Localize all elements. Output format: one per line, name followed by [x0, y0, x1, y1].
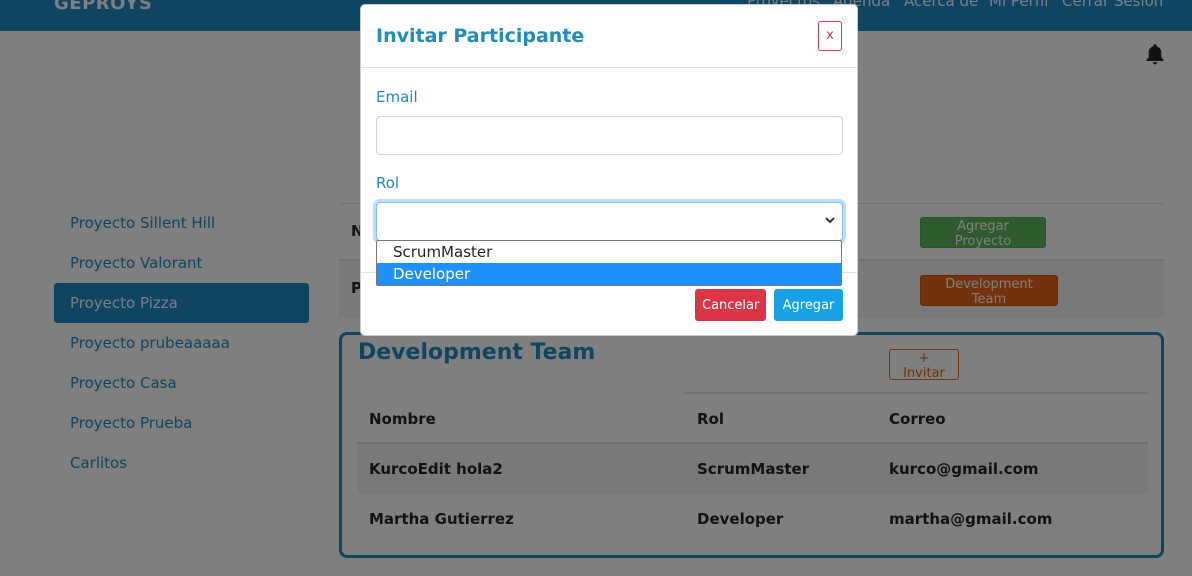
close-button[interactable]: x — [818, 21, 842, 51]
modal-title: Invitar Participante — [376, 25, 585, 47]
rol-label: Rol — [376, 174, 400, 192]
invite-participant-modal: Invitar Participante x Email Rol Cancela… — [360, 4, 858, 336]
cancel-button[interactable]: Cancelar — [695, 289, 766, 321]
rol-select[interactable] — [376, 202, 843, 241]
rol-option-developer[interactable]: Developer — [377, 263, 841, 285]
rol-dropdown-list: ScrumMaster Developer — [376, 240, 842, 286]
chevron-down-icon — [825, 217, 835, 224]
email-label: Email — [376, 88, 418, 106]
rol-option-scrummaster[interactable]: ScrumMaster — [377, 241, 841, 263]
modal-header: Invitar Participante x — [361, 5, 857, 68]
email-field[interactable] — [376, 116, 843, 155]
add-button[interactable]: Agregar — [774, 289, 843, 321]
